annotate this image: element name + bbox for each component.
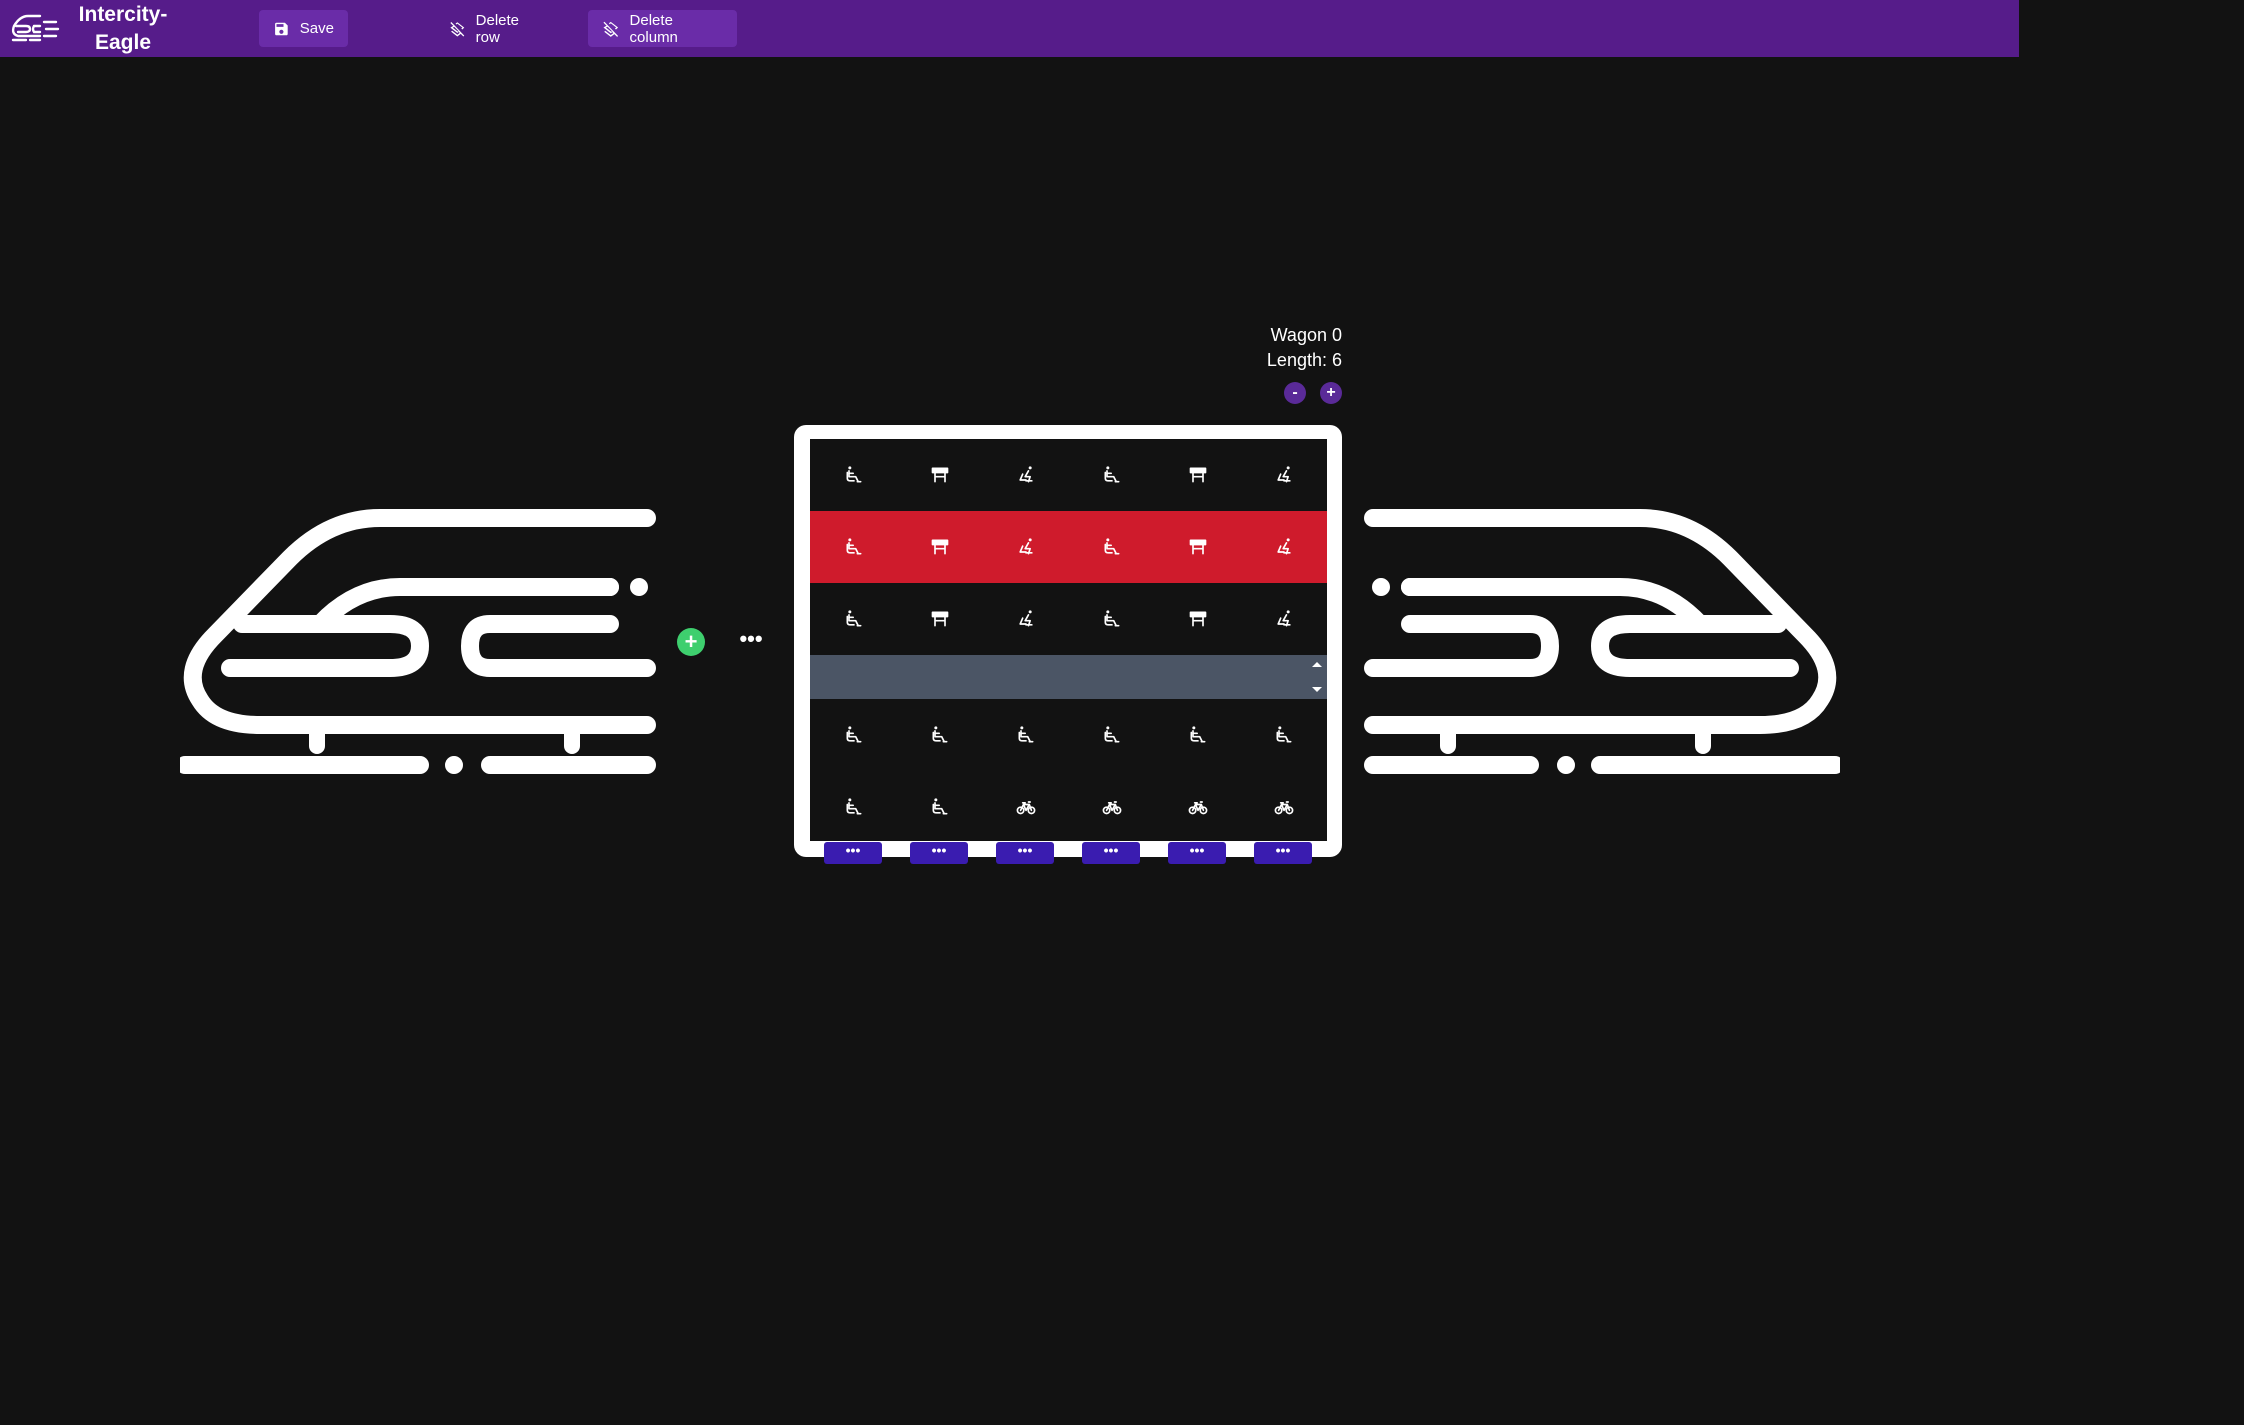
wheelchair-seat-icon <box>930 725 950 745</box>
seat-cell[interactable] <box>897 771 983 843</box>
app-title: Intercity-Eagle <box>78 3 168 54</box>
bicycle-icon <box>1274 797 1294 817</box>
delete-column-label: Delete column <box>629 11 678 46</box>
move-up-icon[interactable] <box>1312 662 1322 667</box>
seat-cell[interactable] <box>897 511 983 583</box>
seat-cell[interactable] <box>811 439 897 511</box>
column-options-button[interactable]: ••• <box>910 842 968 864</box>
wheelchair-seat-icon <box>844 725 864 745</box>
recline-seat-icon <box>1274 537 1294 557</box>
seat-cell[interactable] <box>983 771 1069 843</box>
seat-cell[interactable] <box>1155 511 1241 583</box>
column-options-button[interactable]: ••• <box>1082 842 1140 864</box>
delete-row-label: Delete row <box>475 11 520 46</box>
wagon-name: Wagon 0 <box>1270 325 1342 345</box>
wheelchair-seat-icon <box>844 537 864 557</box>
wheelchair-seat-icon <box>1274 725 1294 745</box>
floppy-disk-icon <box>275 22 288 35</box>
seat-cell[interactable] <box>897 439 983 511</box>
table-icon <box>1188 537 1208 557</box>
seat-cell[interactable] <box>983 439 1069 511</box>
seat-grid <box>810 439 1327 841</box>
seat-cell[interactable] <box>1069 511 1155 583</box>
bicycle-icon <box>1188 797 1208 817</box>
seat-cell[interactable] <box>811 583 897 655</box>
seat-cell[interactable] <box>897 583 983 655</box>
recline-seat-icon <box>1016 609 1036 629</box>
seat-cell[interactable] <box>897 699 983 771</box>
locomotive-right <box>1364 509 1840 774</box>
wheelchair-seat-icon <box>1102 465 1122 485</box>
seat-cell[interactable] <box>1069 583 1155 655</box>
wheelchair-seat-icon <box>844 797 864 817</box>
seat-cell[interactable] <box>811 771 897 843</box>
seat-row[interactable] <box>810 439 1327 511</box>
table-icon <box>1188 465 1208 485</box>
wagon-length: Length: 6 <box>1266 350 1342 370</box>
seat-cell[interactable] <box>1069 439 1155 511</box>
save-button[interactable]: Save <box>259 10 348 47</box>
column-options-button[interactable]: ••• <box>824 842 882 864</box>
wheelchair-seat-icon <box>930 797 950 817</box>
wheelchair-seat-icon <box>1102 725 1122 745</box>
wheelchair-seat-icon <box>844 465 864 485</box>
train-icon <box>11 14 60 42</box>
wheelchair-seat-icon <box>1188 725 1208 745</box>
recline-seat-icon <box>1016 537 1036 557</box>
recline-seat-icon <box>1274 609 1294 629</box>
table-icon <box>930 465 950 485</box>
delete-row-button[interactable]: Delete row <box>435 10 556 47</box>
table-icon <box>1188 609 1208 629</box>
recline-seat-icon <box>1016 465 1036 485</box>
decrease-length-button[interactable]: - <box>1284 382 1306 404</box>
seat-cell[interactable] <box>983 511 1069 583</box>
save-button-label: Save <box>299 20 334 37</box>
seat-cell[interactable] <box>1155 699 1241 771</box>
move-down-icon[interactable] <box>1312 687 1322 692</box>
locomotive-left <box>180 509 656 774</box>
wheelchair-seat-icon <box>1016 725 1036 745</box>
seat-cell[interactable] <box>1069 699 1155 771</box>
seat-cell[interactable] <box>1241 583 1327 655</box>
seat-cell[interactable] <box>983 583 1069 655</box>
layers-off-icon <box>603 21 619 37</box>
column-options-button[interactable]: ••• <box>996 842 1054 864</box>
seat-cell[interactable] <box>1241 771 1327 843</box>
seat-cell[interactable] <box>1069 771 1155 843</box>
seat-cell[interactable] <box>1155 771 1241 843</box>
wagon <box>794 425 1342 857</box>
seat-cell[interactable] <box>1155 439 1241 511</box>
table-icon <box>930 537 950 557</box>
add-wagon-button[interactable]: + <box>677 628 705 656</box>
seat-cell[interactable] <box>983 699 1069 771</box>
bicycle-icon <box>1016 797 1036 817</box>
seat-row[interactable] <box>810 771 1327 843</box>
increase-length-button[interactable]: + <box>1320 382 1342 404</box>
seat-cell[interactable] <box>811 511 897 583</box>
wheelchair-seat-icon <box>844 609 864 629</box>
wheelchair-seat-icon <box>1102 537 1122 557</box>
wagon-info: Wagon 0 Length: 6 <box>1230 323 1342 373</box>
seat-row[interactable] <box>810 699 1327 771</box>
table-icon <box>930 609 950 629</box>
seat-cell[interactable] <box>1155 583 1241 655</box>
seat-cell[interactable] <box>1241 439 1327 511</box>
more-options-button[interactable]: ••• <box>736 624 766 654</box>
wheelchair-seat-icon <box>1102 609 1122 629</box>
aisle-row[interactable] <box>810 655 1327 699</box>
seat-cell[interactable] <box>1241 511 1327 583</box>
delete-column-button[interactable]: Delete column <box>588 10 737 47</box>
seat-row[interactable] <box>810 511 1327 583</box>
aisle-arrows <box>1311 659 1323 695</box>
column-options-button[interactable]: ••• <box>1168 842 1226 864</box>
bicycle-icon <box>1102 797 1122 817</box>
layers-off-icon <box>450 21 465 36</box>
seat-cell[interactable] <box>811 699 897 771</box>
seat-cell[interactable] <box>1241 699 1327 771</box>
seat-row[interactable] <box>810 583 1327 655</box>
app-bar: Intercity-Eagle Save Delete row Delete c… <box>0 0 2019 57</box>
recline-seat-icon <box>1274 465 1294 485</box>
column-options-button[interactable]: ••• <box>1254 842 1312 864</box>
